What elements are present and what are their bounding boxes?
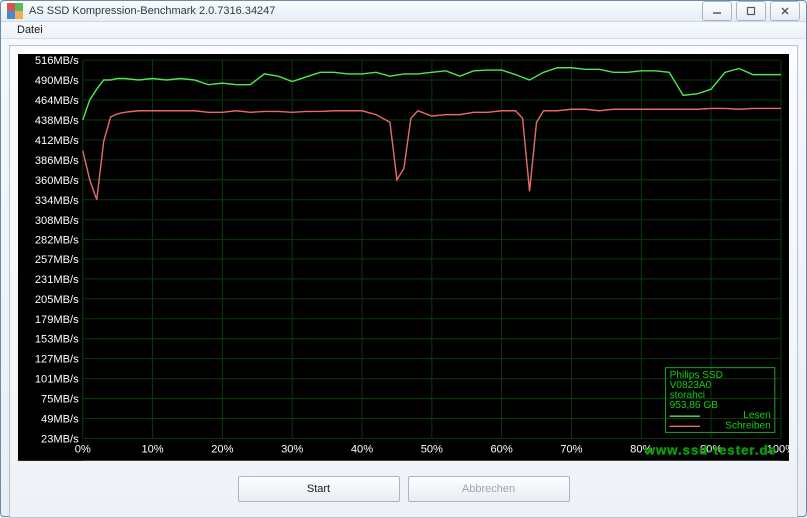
legend-write: Schreiben <box>725 420 771 431</box>
close-button[interactable] <box>770 1 800 21</box>
x-tick-label: 60% <box>491 444 513 456</box>
y-tick-label: 438MB/s <box>35 115 79 127</box>
app-window: AS SSD Kompression-Benchmark 2.0.7316.34… <box>0 0 807 517</box>
window-title: AS SSD Kompression-Benchmark 2.0.7316.34… <box>29 5 275 17</box>
x-tick-label: 0% <box>75 444 91 456</box>
app-icon <box>7 3 23 19</box>
minimize-button[interactable] <box>702 1 732 21</box>
y-tick-label: 101MB/s <box>35 374 79 386</box>
x-tick-label: 10% <box>141 444 163 456</box>
legend-device-line: 953,86 GB <box>670 400 719 411</box>
y-tick-label: 308MB/s <box>35 215 79 227</box>
y-tick-label: 282MB/s <box>35 235 79 247</box>
chart-container: 23MB/s 49MB/s 75MB/s 101MB/s 127MB/s 153MB/s 1… <box>14 50 793 465</box>
y-tick-label: 360MB/s <box>35 175 79 187</box>
y-tick-label: 179MB/s <box>35 314 79 326</box>
abort-button: Abbrechen <box>408 476 570 502</box>
y-tick-label: 464MB/s <box>35 95 79 107</box>
y-tick-label: 386MB/s <box>35 155 79 167</box>
y-tick-label: 205MB/s <box>35 294 79 306</box>
maximize-button[interactable] <box>736 1 766 21</box>
x-tick-label: 50% <box>421 444 443 456</box>
y-tick-label: 49MB/s <box>41 414 79 426</box>
y-tick-label: 412MB/s <box>35 135 79 147</box>
x-tick-label: 70% <box>560 444 582 456</box>
y-tick-label: 490MB/s <box>35 75 79 87</box>
watermark-text: www.ssd-tester.de <box>644 443 777 458</box>
y-tick-label: 257MB/s <box>35 254 79 266</box>
y-tick-label: 153MB/s <box>35 334 79 346</box>
y-tick-label: 516MB/s <box>35 55 79 67</box>
x-tick-label: 40% <box>351 444 373 456</box>
compression-chart: 23MB/s 49MB/s 75MB/s 101MB/s 127MB/s 153MB/s 1… <box>18 54 789 461</box>
start-button[interactable]: Start <box>238 476 400 502</box>
content-pane: 23MB/s 49MB/s 75MB/s 101MB/s 127MB/s 153MB/s 1… <box>9 45 798 518</box>
x-tick-label: 30% <box>281 444 303 456</box>
menubar: Datei <box>1 22 806 39</box>
titlebar: AS SSD Kompression-Benchmark 2.0.7316.34… <box>1 1 806 22</box>
menu-file[interactable]: Datei <box>9 22 51 38</box>
y-tick-label: 231MB/s <box>35 274 79 286</box>
y-tick-label: 75MB/s <box>41 394 79 406</box>
button-row: Start Abbrechen <box>10 469 797 517</box>
x-tick-label: 20% <box>211 444 233 456</box>
y-tick-label: 334MB/s <box>35 195 79 207</box>
y-tick-label: 127MB/s <box>35 354 79 366</box>
y-tick-label: 23MB/s <box>41 434 79 446</box>
